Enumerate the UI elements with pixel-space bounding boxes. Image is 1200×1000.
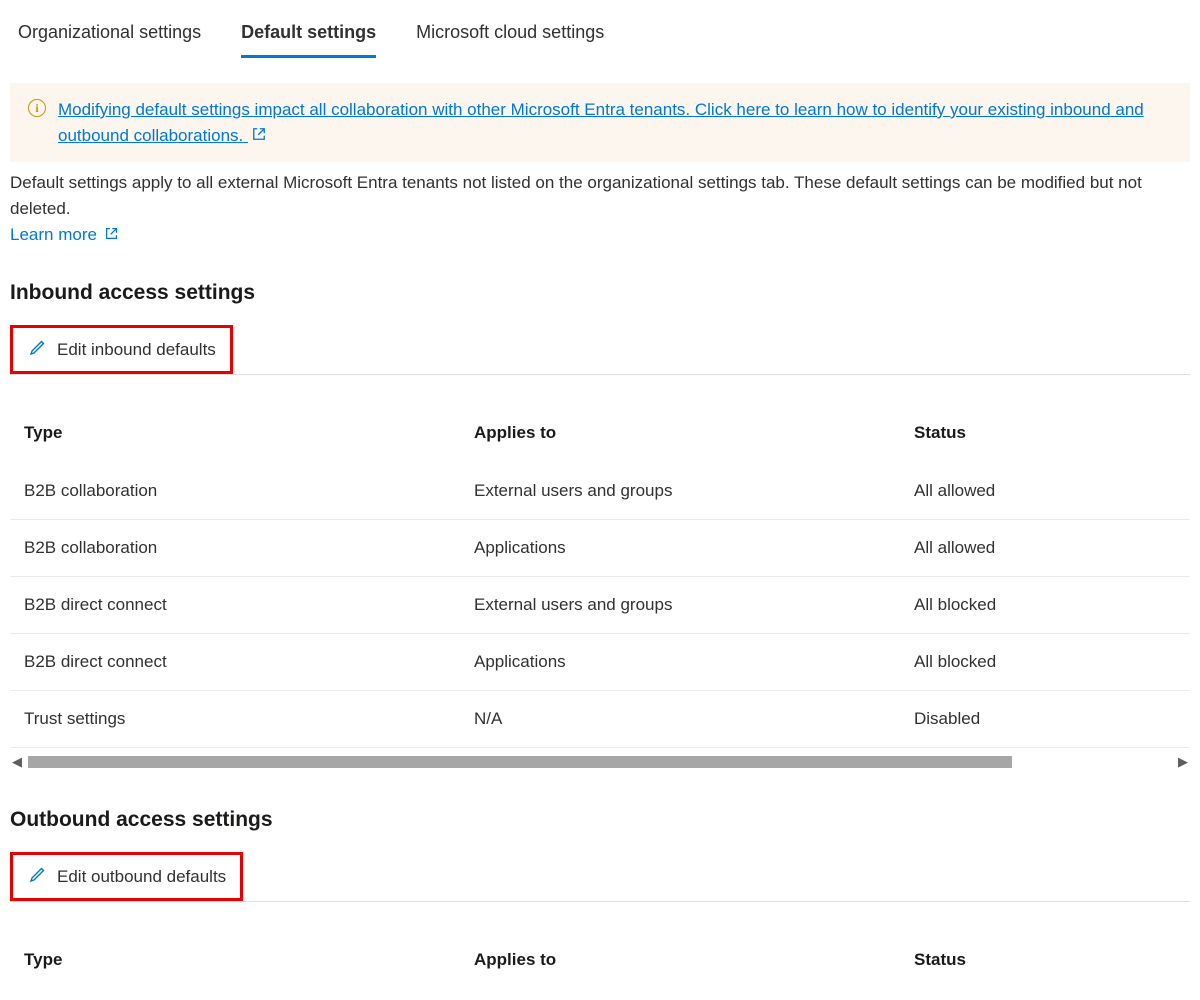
cell-status: All allowed: [914, 481, 1176, 501]
inbound-table: Type Applies to Status B2B collaboration…: [10, 403, 1190, 748]
edit-outbound-label: Edit outbound defaults: [57, 867, 226, 887]
col-applies[interactable]: Applies to: [474, 950, 914, 970]
cell-applies: Applications: [474, 538, 914, 558]
tabs-bar: Organizational settings Default settings…: [10, 10, 1190, 59]
cell-status: Disabled: [914, 709, 1176, 729]
scroll-right-icon[interactable]: ▶: [1176, 754, 1190, 770]
edit-outbound-defaults-button[interactable]: Edit outbound defaults: [10, 852, 243, 901]
col-status[interactable]: Status: [914, 423, 1176, 443]
outbound-table: Type Applies to Status: [10, 930, 1190, 990]
cell-type: B2B direct connect: [24, 595, 474, 615]
pencil-icon: [27, 338, 47, 361]
description-text: Default settings apply to all external M…: [10, 170, 1190, 221]
learn-more-link[interactable]: Learn more: [10, 225, 118, 245]
cell-type: Trust settings: [24, 709, 474, 729]
divider: [10, 374, 1190, 375]
external-link-icon: [105, 227, 118, 243]
cell-type: B2B collaboration: [24, 538, 474, 558]
table-row: B2B direct connect Applications All bloc…: [10, 634, 1190, 691]
cell-applies: External users and groups: [474, 481, 914, 501]
outbound-table-header: Type Applies to Status: [10, 930, 1190, 990]
cell-type: B2B direct connect: [24, 652, 474, 672]
table-row: B2B collaboration Applications All allow…: [10, 520, 1190, 577]
divider: [10, 901, 1190, 902]
col-applies[interactable]: Applies to: [474, 423, 914, 443]
outbound-heading: Outbound access settings: [10, 808, 1190, 832]
cell-type: B2B collaboration: [24, 481, 474, 501]
external-link-icon: [252, 126, 266, 147]
col-type[interactable]: Type: [24, 423, 474, 443]
col-type[interactable]: Type: [24, 950, 474, 970]
edit-inbound-label: Edit inbound defaults: [57, 340, 216, 360]
inbound-heading: Inbound access settings: [10, 281, 1190, 305]
col-status[interactable]: Status: [914, 950, 1176, 970]
info-banner-text: Modifying default settings impact all co…: [58, 100, 1144, 145]
table-row: Trust settings N/A Disabled: [10, 691, 1190, 748]
info-icon: i: [28, 99, 46, 117]
cell-status: All allowed: [914, 538, 1176, 558]
cell-status: All blocked: [914, 652, 1176, 672]
cell-status: All blocked: [914, 595, 1176, 615]
inbound-table-header: Type Applies to Status: [10, 403, 1190, 463]
tab-default-settings[interactable]: Default settings: [241, 22, 376, 58]
info-banner: i Modifying default settings impact all …: [10, 83, 1190, 162]
table-row: B2B direct connect External users and gr…: [10, 577, 1190, 634]
cell-applies: N/A: [474, 709, 914, 729]
tab-organizational-settings[interactable]: Organizational settings: [18, 22, 201, 58]
info-banner-link[interactable]: Modifying default settings impact all co…: [58, 100, 1144, 145]
cell-applies: Applications: [474, 652, 914, 672]
learn-more-label: Learn more: [10, 225, 97, 245]
horizontal-scrollbar[interactable]: ◀ ▶: [10, 752, 1190, 772]
scroll-track[interactable]: [28, 756, 1172, 768]
cell-applies: External users and groups: [474, 595, 914, 615]
pencil-icon: [27, 865, 47, 888]
scroll-thumb[interactable]: [28, 756, 1012, 768]
tab-microsoft-cloud-settings[interactable]: Microsoft cloud settings: [416, 22, 604, 58]
scroll-left-icon[interactable]: ◀: [10, 754, 24, 770]
table-row: B2B collaboration External users and gro…: [10, 463, 1190, 520]
edit-inbound-defaults-button[interactable]: Edit inbound defaults: [10, 325, 233, 374]
